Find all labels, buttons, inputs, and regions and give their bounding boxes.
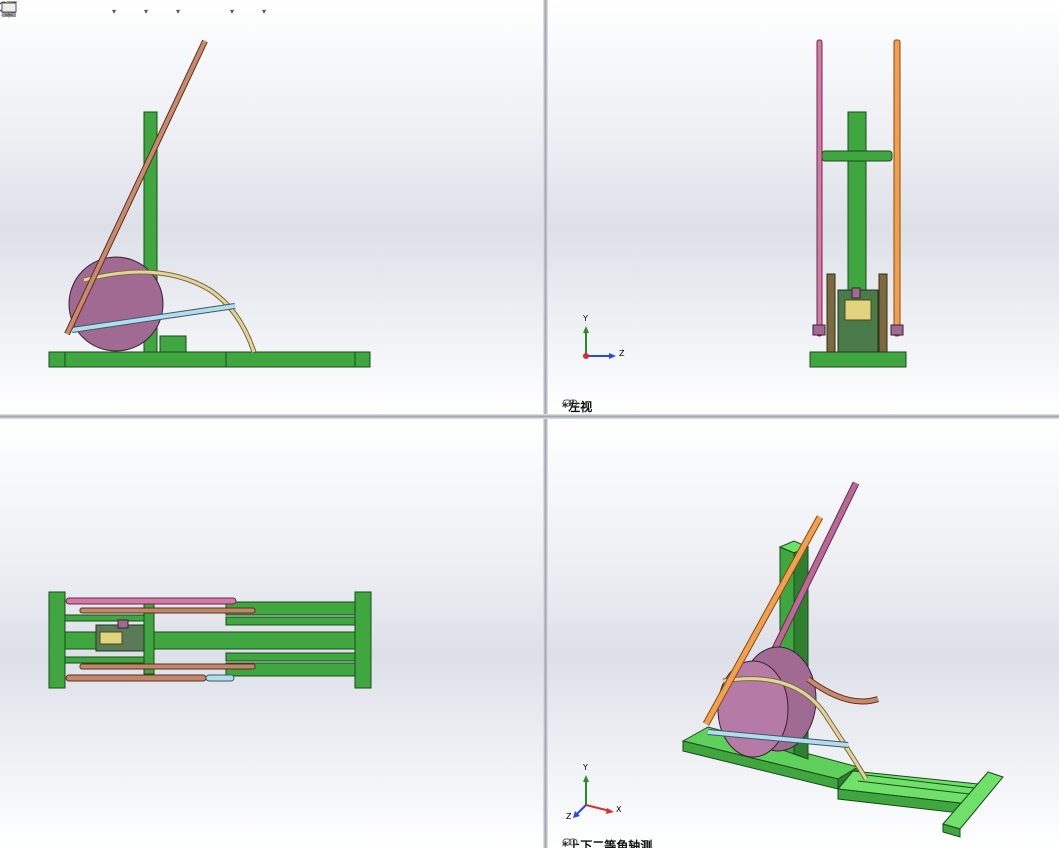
blue-rod <box>205 674 235 682</box>
coordinate-triad <box>573 775 614 818</box>
apply-scene-icon[interactable] <box>2 1 226 21</box>
left-view-drawing <box>583 39 907 368</box>
pink-rod <box>816 39 823 337</box>
axis-y-label: Y <box>583 763 588 772</box>
section-view-icon[interactable] <box>2 1 108 21</box>
view-orientation-icon[interactable] <box>2 1 140 21</box>
top-view-drawing <box>48 591 372 689</box>
left-arm <box>826 273 836 353</box>
zoom-area-icon[interactable] <box>2 1 64 21</box>
axis-z-label: Z <box>619 349 625 358</box>
viewport-splitter-horizontal[interactable] <box>0 414 1059 419</box>
viewport-top[interactable] <box>0 419 543 848</box>
viewport-isometric[interactable]: Y X Z *上下二等角轴测 <box>548 419 1059 848</box>
viewport-splitter-vertical[interactable] <box>543 0 548 848</box>
view-name-label: *上下二等角轴测 <box>562 838 653 848</box>
axis-y-label: Y <box>583 314 588 323</box>
front-view-drawing <box>48 39 371 368</box>
orange-rod <box>893 39 901 337</box>
previous-view-icon[interactable] <box>2 1 86 21</box>
edit-appearance-icon[interactable] <box>2 1 204 21</box>
chevron-down-icon[interactable]: ▾ <box>260 1 268 21</box>
chevron-down-icon[interactable]: ▾ <box>228 1 236 21</box>
link-icon <box>562 838 578 846</box>
axis-x-label: X <box>616 805 622 814</box>
axis-z-label: Z <box>566 812 572 821</box>
view-toolbar: ▾ ▾ ▾ ▾ ▾ <box>0 0 268 22</box>
end-rail-right <box>354 591 372 689</box>
chevron-down-icon[interactable]: ▾ <box>174 1 182 21</box>
end-rail-left <box>48 591 66 689</box>
base-rail <box>809 351 907 368</box>
viewport-front[interactable]: ▾ ▾ ▾ ▾ ▾ <box>0 0 543 414</box>
view-settings-icon[interactable] <box>1 1 258 21</box>
link-icon <box>562 399 578 407</box>
base-block <box>159 335 187 353</box>
base-rail <box>48 351 371 368</box>
isometric-view-drawing <box>573 481 1004 838</box>
chevron-down-icon[interactable]: ▾ <box>110 1 118 21</box>
view-name-label: *左视 <box>562 399 593 414</box>
viewport-left[interactable]: Y Z *左视 <box>548 0 1059 414</box>
right-arm <box>878 273 888 353</box>
coordinate-triad <box>583 326 616 359</box>
chevron-down-icon[interactable]: ▾ <box>142 1 150 21</box>
brown-rod <box>65 674 207 682</box>
pink-rod <box>65 597 237 605</box>
zoom-to-fit-icon[interactable] <box>1 1 42 21</box>
cross-bar <box>821 150 893 162</box>
center-housing <box>837 289 879 353</box>
hide-show-icon[interactable] <box>1 1 172 21</box>
